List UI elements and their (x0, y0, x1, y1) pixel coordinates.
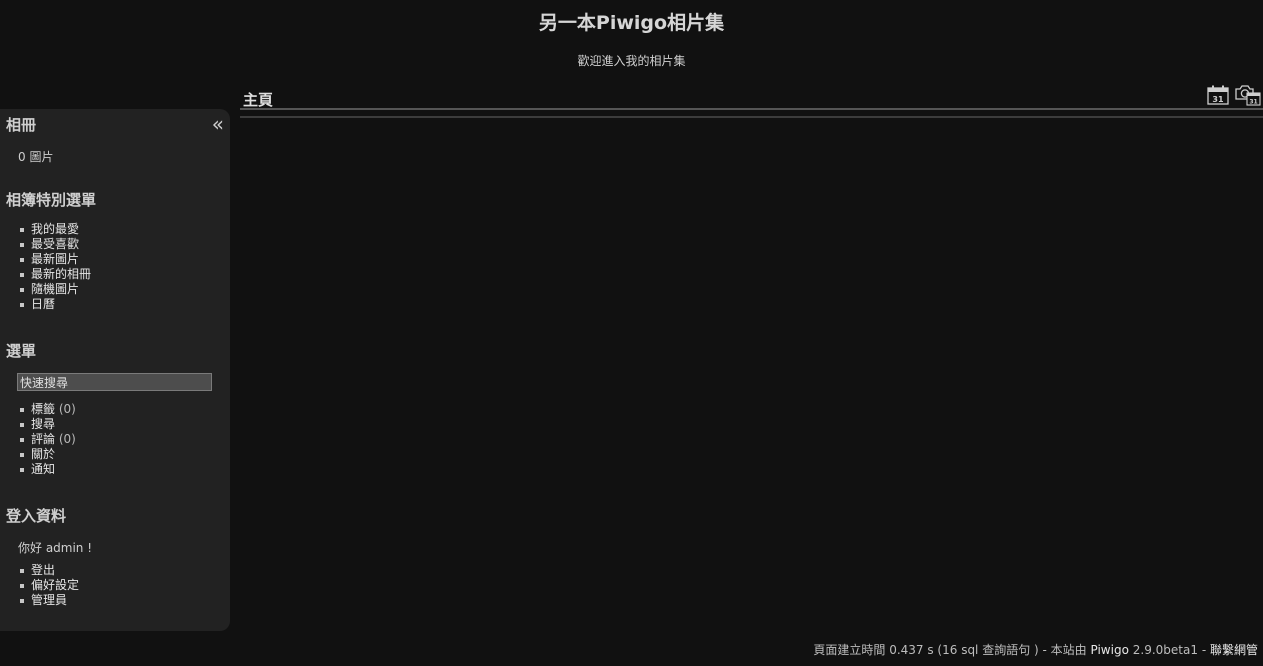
menu-links-list: 標籤 (0) 搜尋 評論 (0) 關於 通知 (18, 402, 76, 477)
greeting-text: 你好 admin ! (18, 541, 93, 555)
menu-item-comments[interactable]: 評論 (0) (18, 432, 76, 447)
camera-calendar-icon[interactable]: 31 (1234, 82, 1261, 109)
svg-text:31: 31 (1212, 95, 1224, 104)
menu-item-preferences[interactable]: 偏好設定 (18, 578, 79, 593)
menu-item-random[interactable]: 隨機圖片 (18, 282, 91, 297)
identification-list: 登出 偏好設定 管理員 (18, 563, 79, 608)
albums-heading[interactable]: 相冊 (6, 114, 36, 135)
version-text: 2.9.0beta1 (1132, 643, 1198, 657)
menu-item-notification[interactable]: 通知 (18, 462, 76, 477)
identification-heading: 登入資料 (6, 507, 67, 525)
menu-item-tags[interactable]: 標籤 (0) (18, 402, 76, 417)
menu-item-about[interactable]: 關於 (18, 447, 76, 462)
page-title[interactable]: 主頁 (243, 89, 273, 110)
page-title-bar: 主頁 31 31 (240, 80, 1263, 118)
piwigo-link[interactable]: Piwigo (1091, 643, 1129, 657)
menu-item-admin[interactable]: 管理員 (18, 593, 79, 608)
menu-item-logout[interactable]: 登出 (18, 563, 79, 578)
menu-item-favorites[interactable]: 我的最愛 (18, 222, 91, 237)
menu-item-recent-pics[interactable]: 最新圖片 (18, 252, 91, 267)
main-content: 主頁 31 31 (240, 80, 1263, 640)
menu-heading: 選單 (6, 342, 37, 360)
menu-item-calendar[interactable]: 日曆 (18, 297, 91, 312)
site-title[interactable]: 另一本Piwigo相片集 (0, 8, 1263, 35)
menu-item-search[interactable]: 搜尋 (18, 417, 76, 432)
albums-summary: 0 圖片 (18, 150, 54, 164)
quick-search-input[interactable] (17, 373, 212, 391)
page-footer: 頁面建立時間 0.437 s (16 sql 查詢語句 ) - 本站由 Piwi… (813, 641, 1258, 658)
specials-heading: 相簿特別選單 (6, 191, 97, 209)
title-divider (240, 116, 1263, 118)
collapse-menu-icon[interactable]: « (212, 113, 224, 135)
svg-text:31: 31 (1249, 99, 1257, 106)
calendar-icon[interactable]: 31 (1207, 85, 1229, 108)
page-header: 另一本Piwigo相片集 歡迎進入我的相片集 (0, 0, 1263, 80)
generation-info: 頁面建立時間 0.437 s (16 sql 查詢語句 ) - 本站由 (813, 643, 1087, 657)
site-subtitle: 歡迎進入我的相片集 (577, 54, 686, 68)
specials-list: 我的最愛 最受喜歡 最新圖片 最新的相冊 隨機圖片 日曆 (18, 222, 91, 312)
sidebar-menu: « 相冊 0 圖片 相簿特別選單 我的最愛 最受喜歡 最新圖片 最新的相冊 隨機… (0, 109, 230, 631)
menu-item-recent-albums[interactable]: 最新的相冊 (18, 267, 91, 282)
footer-separator: - (1201, 643, 1207, 657)
contact-webmaster-link[interactable]: 聯繫網管 (1210, 643, 1258, 657)
menu-item-best-rated[interactable]: 最受喜歡 (18, 237, 91, 252)
